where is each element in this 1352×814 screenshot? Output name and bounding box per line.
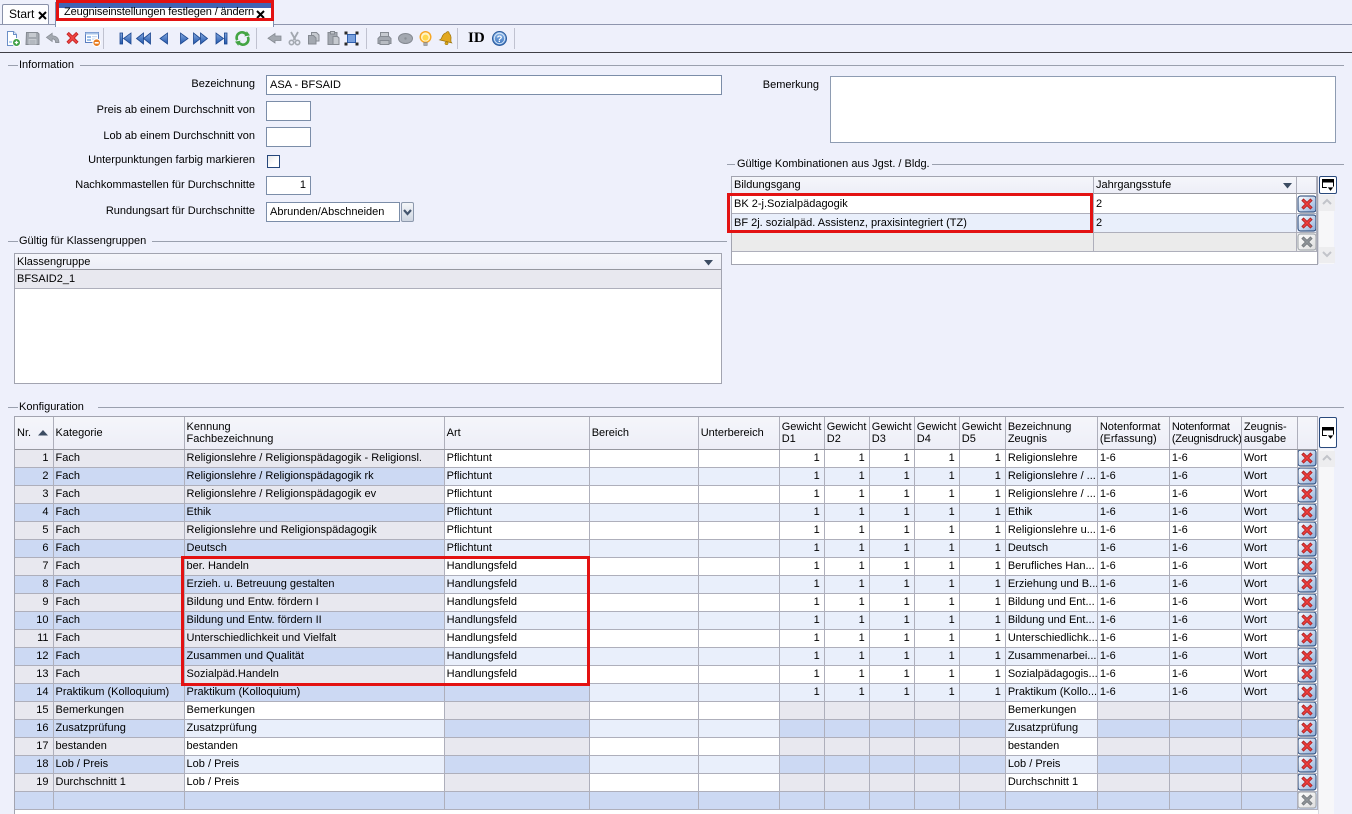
svg-text:?: ? xyxy=(497,34,503,45)
